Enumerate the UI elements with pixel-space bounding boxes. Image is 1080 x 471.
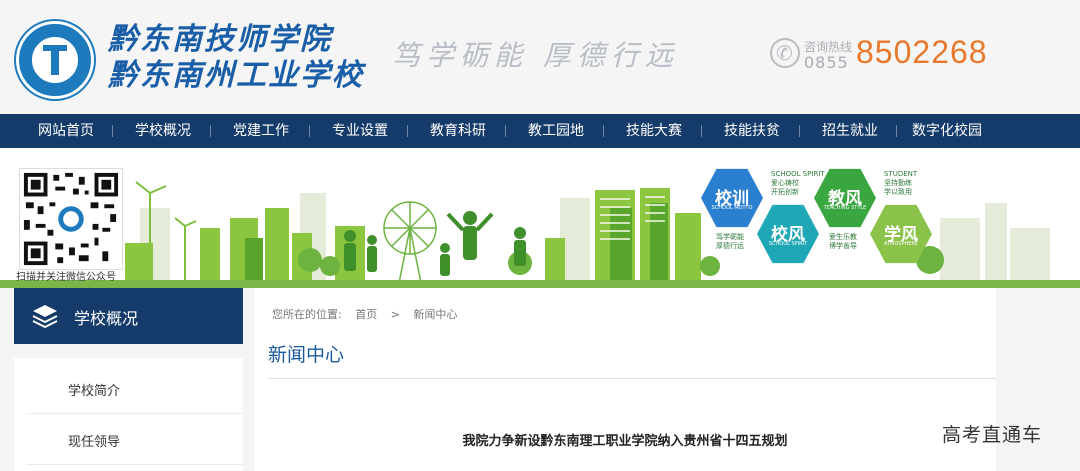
nav-item-party-work[interactable]: 党建工作: [233, 114, 289, 148]
breadcrumb-current[interactable]: 新闻中心: [413, 308, 457, 321]
hex-note-line: 爱生乐教: [829, 233, 857, 241]
nav-separator: [603, 125, 604, 137]
school-name-line1: 黔东南技师学院: [108, 22, 332, 57]
school-motto: 笃学砺能 厚德行远: [392, 39, 679, 72]
site-header: 黔东南技师学院 黔东南州工业学校 笃学砺能 厚德行远 咨询热线 0855 850…: [0, 0, 1080, 114]
sidebar-item-label: 学校简介: [68, 384, 121, 399]
hex-sub: SCHOOL MOTTO: [711, 205, 753, 211]
nav-separator: [799, 125, 800, 137]
nav-separator: [407, 125, 408, 137]
sidebar: 学校概况 学校简介 现任领导: [14, 288, 243, 471]
layers-icon: [32, 305, 58, 328]
hotline-area-code: 0855: [804, 53, 849, 72]
hex-note-line: STUDENT: [884, 170, 918, 178]
nav-item-staff[interactable]: 教工园地: [528, 114, 584, 148]
school-name: 黔东南技师学院 黔东南州工业学校: [108, 22, 364, 94]
hotline: 咨询热线 0855 8502268: [770, 34, 1000, 76]
section-title: 新闻中心: [268, 344, 345, 366]
hex-note: SCHOOL SPIRIT 爱心铸校 开拓创新: [771, 170, 825, 197]
nav-separator: [210, 125, 211, 137]
hex-sub: SCHOOL SPIRIT: [768, 241, 808, 247]
main-nav: 网站首页 学校概况 党建工作 专业设置 教育科研 教工园地 技能大赛 技能扶贫 …: [0, 114, 1080, 148]
nav-separator: [896, 125, 897, 137]
hex-note-line: SCHOOL SPIRIT: [771, 170, 825, 178]
sidebar-item-label: 现任领导: [68, 435, 121, 450]
nav-separator: [505, 125, 506, 137]
article-title[interactable]: 我院力争新设黔东南理工职业学院纳入贵州省十四五规划: [254, 430, 996, 449]
breadcrumb-home-link[interactable]: 首页: [355, 308, 377, 321]
nav-separator: [701, 125, 702, 137]
hex-note-line: 爱心铸校: [771, 179, 799, 187]
hex-note-line: 学以致用: [884, 188, 912, 196]
nav-item-digital-campus[interactable]: 数字化校园: [912, 114, 982, 148]
sidebar-item-current-leaders[interactable]: 现任领导: [26, 415, 243, 465]
school-name-line2: 黔东南州工业学校: [108, 58, 364, 93]
wechat-qr-code: [19, 168, 123, 270]
breadcrumb-label: 您所在的位置:: [272, 308, 342, 321]
nav-separator: [309, 125, 310, 137]
hex-note-line: 厚德行远: [716, 242, 744, 250]
nav-item-home[interactable]: 网站首页: [38, 114, 94, 148]
hex-note: 爱生乐教 博学善导: [829, 233, 857, 251]
logo-emblem-icon: [30, 35, 80, 85]
hex-note-line: 开拓创新: [771, 188, 799, 196]
hex-note-line: 坚持勤练: [884, 179, 912, 187]
qr-caption: 扫描并关注微信公众号: [16, 272, 116, 283]
breadcrumb: 您所在的位置: 首页 > 新闻中心: [272, 306, 467, 322]
sidebar-title: 学校概况: [74, 309, 139, 328]
hex-sub: ATMOSPHERE: [883, 241, 919, 247]
sidebar-gap: [14, 344, 243, 358]
section-divider: [268, 378, 996, 379]
school-logo[interactable]: [16, 21, 94, 99]
hex-note: 笃学砺能 厚德行远: [716, 233, 744, 251]
sidebar-item-school-intro[interactable]: 学校简介: [26, 364, 243, 414]
sidebar-header: 学校概况: [14, 288, 243, 344]
nav-item-majors[interactable]: 专业设置: [332, 114, 388, 148]
nav-item-admissions[interactable]: 招生就业: [822, 114, 878, 148]
hex-note-line: 笃学砺能: [716, 233, 744, 241]
hex-note: STUDENT 坚持勤练 学以致用: [884, 170, 917, 197]
hex-note-line: 博学善导: [829, 242, 857, 250]
main-content: 您所在的位置: 首页 > 新闻中心 新闻中心 我院力争新设黔东南理工职业学院纳入…: [254, 288, 996, 471]
nav-item-school-overview[interactable]: 学校概况: [135, 114, 191, 148]
phone-icon: [770, 38, 800, 68]
nav-separator: [112, 125, 113, 137]
hex-sub: TEACHING STYLE: [823, 205, 867, 211]
nav-item-skills-contest[interactable]: 技能大赛: [626, 114, 682, 148]
nav-item-skills-poverty-relief[interactable]: 技能扶贫: [724, 114, 780, 148]
watermark-text: 高考直通车: [942, 424, 1043, 446]
nav-item-research[interactable]: 教育科研: [430, 114, 486, 148]
breadcrumb-separator: >: [390, 308, 400, 321]
hotline-number: 8502268: [856, 34, 988, 70]
